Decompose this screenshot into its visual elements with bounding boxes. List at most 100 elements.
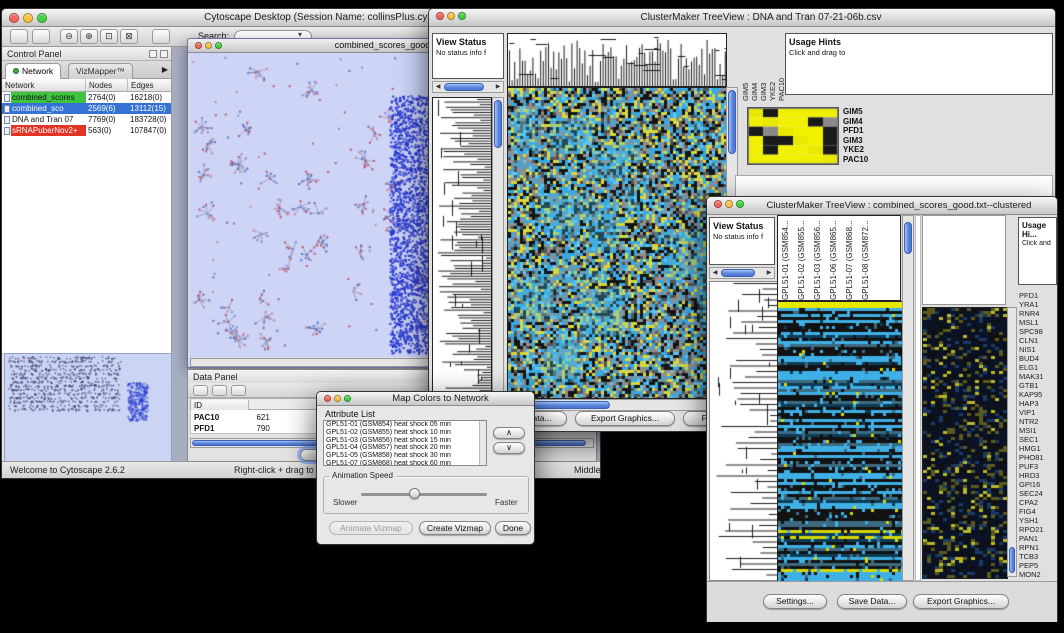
zoom-out-icon[interactable]: ⊖ — [60, 29, 78, 44]
gene-label[interactable]: KAP95 — [1019, 390, 1057, 399]
gene-label[interactable]: HMG1 — [1019, 444, 1057, 453]
secondary-vscrollbar[interactable] — [1007, 307, 1017, 577]
mini-hscrollbar[interactable]: ◀ ▶ — [709, 267, 775, 279]
column-label[interactable]: YKE2 — [768, 37, 777, 101]
select-attributes-icon[interactable] — [193, 385, 208, 396]
maximize-icon[interactable] — [344, 395, 351, 402]
column-dendrogram-canvas[interactable] — [507, 33, 727, 87]
correlation-heatmap-canvas[interactable] — [747, 107, 839, 165]
row-dendrogram-canvas[interactable] — [432, 97, 492, 395]
dialog-titlebar[interactable]: Map Colors to Network — [317, 392, 534, 406]
gene-label[interactable]: YRA1 — [1019, 300, 1057, 309]
treeview-dna-titlebar[interactable]: ClusterMaker TreeView : DNA and Tran 07-… — [429, 9, 1055, 27]
scroll-left-icon[interactable]: ◀ — [710, 268, 720, 278]
scroll-left-icon[interactable]: ◀ — [433, 82, 443, 92]
gene-label[interactable]: PEP5 — [1019, 561, 1057, 570]
gene-label[interactable]: PUF3 — [1019, 462, 1057, 471]
column-header-nodes[interactable]: Nodes — [86, 79, 128, 91]
gene-label[interactable]: GTB1 — [1019, 381, 1057, 390]
scroll-right-icon[interactable]: ▶ — [764, 268, 774, 278]
gene-label[interactable]: SPC98 — [1019, 327, 1057, 336]
gene-label[interactable]: NIS1 — [1019, 345, 1057, 354]
close-icon[interactable] — [714, 200, 722, 208]
attribute-listbox[interactable]: GPL51-01 (GSM854) heat shock 05 minGPL51… — [323, 420, 487, 466]
scroll-thumb[interactable] — [494, 100, 502, 148]
gene-label[interactable]: SEC1 — [1019, 435, 1057, 444]
column-label[interactable]: GPL51-08 (GSM872... — [861, 216, 877, 300]
zoom-in-icon[interactable]: ⊕ — [80, 29, 98, 44]
gene-label[interactable]: PHO81 — [1019, 453, 1057, 462]
row-label[interactable]: PAC10 — [843, 155, 889, 165]
maximize-icon[interactable] — [736, 200, 744, 208]
minimize-icon[interactable] — [205, 42, 212, 49]
move-down-button[interactable]: ∨ — [493, 442, 525, 454]
attribute-list-item[interactable]: GPL51-04 (GSM857) heat shock 20 min — [324, 444, 486, 452]
create-attribute-icon[interactable] — [212, 385, 227, 396]
column-header-edges[interactable]: Edges — [128, 79, 170, 91]
gene-label[interactable]: RPO21 — [1019, 525, 1057, 534]
tab-overflow-icon[interactable]: ▶ — [162, 65, 168, 74]
heatmap-canvas[interactable] — [777, 301, 903, 583]
attribute-list-item[interactable]: GPL51-05 (GSM858) heat shock 30 min — [324, 452, 486, 460]
close-icon[interactable] — [9, 13, 19, 23]
gene-label[interactable]: TCB3 — [1019, 552, 1057, 561]
gene-label[interactable]: MAK31 — [1019, 372, 1057, 381]
gene-label[interactable]: PAN1 — [1019, 534, 1057, 543]
close-icon[interactable] — [195, 42, 202, 49]
maximize-icon[interactable] — [215, 42, 222, 49]
gene-label[interactable]: CPA2 — [1019, 498, 1057, 507]
list-scrollbar[interactable] — [479, 421, 486, 465]
column-label[interactable]: GIM3 — [759, 37, 768, 101]
attribute-list-item[interactable]: GPL51-02 (GSM855) heat shock 10 min — [324, 429, 486, 437]
gene-label[interactable]: CLN1 — [1019, 336, 1057, 345]
network-overview-canvas[interactable] — [4, 353, 172, 463]
minimize-icon[interactable] — [334, 395, 341, 402]
gene-label[interactable]: RPN1 — [1019, 543, 1057, 552]
gene-label[interactable]: HAP3 — [1019, 399, 1057, 408]
column-label[interactable]: GPL51-06 (GSM865... — [829, 216, 845, 300]
float-panel-icon[interactable] — [149, 50, 157, 58]
zoom-fit-icon[interactable]: ⊡ — [100, 29, 118, 44]
gene-label[interactable]: YSH1 — [1019, 516, 1057, 525]
gene-label[interactable]: HRD3 — [1019, 471, 1057, 480]
dendrogram-vscrollbar[interactable] — [492, 97, 504, 393]
animation-speed-slider-thumb[interactable] — [409, 488, 420, 499]
column-label[interactable]: GPL51-03 (GSM856... — [813, 216, 829, 300]
maximize-icon[interactable] — [37, 13, 47, 23]
export-graphics-button[interactable]: Export Graphics... — [575, 411, 675, 426]
scroll-thumb[interactable] — [1009, 547, 1015, 573]
zoom-selected-icon[interactable]: ⊠ — [120, 29, 138, 44]
gene-label[interactable]: BUD4 — [1019, 354, 1057, 363]
settings-button[interactable]: Settings... — [763, 594, 827, 609]
column-label[interactable]: GPL51-01 (GSM854... — [781, 216, 797, 300]
treeview-combined-titlebar[interactable]: ClusterMaker TreeView : combined_scores_… — [707, 197, 1057, 215]
close-icon[interactable] — [436, 12, 444, 20]
tab-vizmapper[interactable]: VizMapper™ — [68, 63, 133, 79]
scroll-thumb[interactable] — [444, 83, 484, 91]
tab-network[interactable]: Network — [5, 63, 61, 79]
gene-label[interactable]: PFD1 — [1019, 291, 1057, 300]
save-data-button[interactable]: Save Data... — [837, 594, 907, 609]
row-label[interactable]: PFD1 — [843, 126, 889, 136]
scroll-thumb[interactable] — [904, 222, 912, 254]
create-vizmap-button[interactable]: Create Vizmap — [419, 521, 491, 535]
scroll-thumb[interactable] — [721, 269, 755, 277]
animation-speed-slider-track[interactable] — [361, 493, 487, 496]
scroll-thumb[interactable] — [526, 401, 610, 409]
row-dendrogram-canvas[interactable] — [709, 281, 779, 581]
row-label[interactable]: YKE2 — [843, 145, 889, 155]
row-label[interactable]: GIM5 — [843, 107, 889, 117]
column-label[interactable]: GIM5 — [741, 37, 750, 101]
column-label[interactable]: GIM4 — [750, 37, 759, 101]
gene-label[interactable]: ELG1 — [1019, 363, 1057, 372]
minimize-icon[interactable] — [447, 12, 455, 20]
column-label[interactable]: GPL51-02 (GSM855... — [797, 216, 813, 300]
mini-hscrollbar[interactable]: ◀ ▶ — [432, 81, 504, 93]
row-label[interactable]: GIM4 — [843, 117, 889, 127]
scroll-right-icon[interactable]: ▶ — [493, 82, 503, 92]
gene-label[interactable]: MON2 — [1019, 570, 1057, 579]
heatmap-hscrollbar[interactable] — [507, 399, 726, 411]
heatmap-vscrollbar[interactable] — [902, 215, 914, 581]
gene-label[interactable]: GPI16 — [1019, 480, 1057, 489]
gene-label[interactable]: MSI1 — [1019, 426, 1057, 435]
